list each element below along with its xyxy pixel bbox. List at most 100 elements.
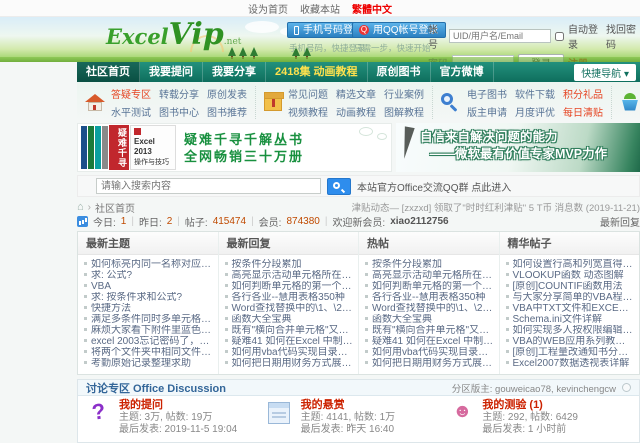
topic-link[interactable]: Word查找替换中的\1、\2等如何理... <box>225 303 354 314</box>
quicklink[interactable]: 电子图书 <box>467 86 507 101</box>
site-logo[interactable]: ExcelVip.net <box>106 20 241 50</box>
topic-link[interactable]: [原创]工程量改通知书分析系统 <box>506 347 635 358</box>
nav-item-books[interactable]: 原创图书 <box>368 62 431 82</box>
forum-my-questions[interactable]: ? 我的提问 主题: 3万, 帖数: 19万 最后发表: 2019-11-5 1… <box>86 398 268 436</box>
breadcrumb-home-link[interactable]: 社区首页 <box>95 200 135 215</box>
topic-link[interactable]: 麻烦大家看下附件里蓝色区域公式怎... <box>84 325 213 336</box>
banner-row: 疑难千寻 Excel 2013 操作与技巧 疑难千寻千解丛书 全网畅销三十万册 … <box>77 123 640 172</box>
topic-link[interactable]: 求: 公式? <box>84 270 213 281</box>
topic-link[interactable]: VLOOKUP函数 动态图解 <box>506 270 635 281</box>
topic-link[interactable]: 既有"横向合并单元格"又有"纵... <box>225 325 354 336</box>
topic-link[interactable]: 如何标亮内同一名称对应的行、列... <box>84 259 213 270</box>
quicklink[interactable]: 水平测试 <box>111 104 151 119</box>
quicklink[interactable]: 常见问题 <box>288 86 328 101</box>
quicklink[interactable]: 动画教程 <box>336 104 376 119</box>
qq-login-caption: 只需一步，快速开始 <box>354 43 431 53</box>
topic-link[interactable]: Schema.ini文件详解 <box>506 314 635 325</box>
nav-item-ask[interactable]: 我要提问 <box>140 62 203 82</box>
topic-link[interactable]: 函数大全宝典 <box>365 314 494 325</box>
topic-link[interactable]: 如何判断单元格的第一个字符是半... <box>225 281 354 292</box>
password-input[interactable] <box>452 55 514 62</box>
qq-group-link[interactable]: 本站官方Office交流QQ群 点此进入 <box>357 179 511 194</box>
quicklink[interactable]: 版主申请 <box>467 104 507 119</box>
moderator-links[interactable]: gouweicao78, kevinchengcw <box>495 384 616 395</box>
search-input[interactable] <box>96 178 321 194</box>
latest-reply-link[interactable]: 最新回复 <box>600 214 640 229</box>
mvp-ad-banner[interactable]: 自信来自解决问题的能力 ——微软最有价值专家MVP力作 <box>396 123 640 172</box>
topic-link[interactable]: 如何实现多人按权限编辑同一工作... <box>506 325 635 336</box>
topic-link[interactable]: 高亮显示活动单元格所在行列位置 <box>365 270 494 281</box>
forum-name[interactable]: 我的提问 <box>119 399 237 412</box>
topic-link[interactable]: 如何把日期用财务方式展示单份事... <box>225 358 354 369</box>
book-ad-banner[interactable]: 疑难千寻 Excel 2013 操作与技巧 疑难千寻千解丛书 全网畅销三十万册 <box>77 123 392 172</box>
topic-link[interactable]: Word查找替换中的\1、\2等如何理... <box>365 303 494 314</box>
forgot-password-link[interactable]: 找回密码 <box>606 21 640 51</box>
book-spine <box>102 126 108 169</box>
question-icon: ? <box>90 398 108 425</box>
quicklink[interactable]: 图书中心 <box>159 104 199 119</box>
topic-link[interactable]: VBA中TXT文件和EXCEL进行数据交... <box>506 303 635 314</box>
topic-link[interactable]: 考勤原始记录整理求助 <box>84 358 213 369</box>
favorite-link[interactable]: 收藏本站 <box>300 1 340 16</box>
traditional-chinese-link[interactable]: 繁體中文 <box>352 1 392 16</box>
quicklink[interactable]: 图解教程 <box>384 104 424 119</box>
auto-login-checkbox[interactable] <box>555 31 564 41</box>
topic-link[interactable]: 满足多条件同时多单元格文本合并 <box>84 314 213 325</box>
quicklink[interactable]: 答疑专区 <box>111 86 151 101</box>
forum-my-tests[interactable]: ☻ 我的测验 (1) 主题: 292, 帖数: 6429 最后发表: 1 小时前 <box>449 399 631 436</box>
topic-link[interactable]: VBA的WEB应用系列教程——HTTP通... <box>506 336 635 347</box>
set-home-link[interactable]: 设为首页 <box>248 1 288 16</box>
topic-link[interactable]: 疑难41 如何在Excel 中制作打钩... <box>365 336 494 347</box>
login-button[interactable]: 登录 <box>518 54 564 62</box>
topic-link[interactable]: excel 2003忘记密码了，怎么办? <box>84 336 213 347</box>
topic-link[interactable]: 疑难41 如何在Excel 中制作打钩... <box>225 336 354 347</box>
topic-link[interactable]: [原创]COUNTIF函数用法 <box>506 281 635 292</box>
book-ad-text: 疑难千寻千解丛书 全网畅销三十万册 <box>184 131 305 164</box>
quicklink[interactable]: 精选文章 <box>336 86 376 101</box>
quicklink[interactable]: 行业案例 <box>384 86 424 101</box>
quick-nav-button[interactable]: 快捷导航 ▾ <box>574 63 636 81</box>
nav-item-weibo[interactable]: 官方微博 <box>431 62 494 82</box>
quicklink[interactable]: 视频教程 <box>288 104 328 119</box>
quicklink[interactable]: 图书推荐 <box>207 104 247 119</box>
quicklink[interactable]: 转载分享 <box>159 86 199 101</box>
topic-link[interactable]: 求: 按条件求和公式? <box>84 292 213 303</box>
register-link[interactable]: 注册 <box>568 55 588 63</box>
topic-link[interactable]: 快捷方法 <box>84 303 213 314</box>
topic-link[interactable]: 如何把日期用财务方式展示单份事... <box>365 358 494 369</box>
quicklink[interactable]: 每日清贴 <box>563 104 603 119</box>
topic-link[interactable]: 函数大全宝典 <box>225 314 354 325</box>
topic-link[interactable]: 如何判断单元格的第一个字符是半... <box>365 281 494 292</box>
nav-item-animations[interactable]: 2418集 动画教程 <box>266 62 368 82</box>
topic-link[interactable]: Excel2007数据透视表详解 <box>506 358 635 369</box>
account-input[interactable] <box>449 29 551 43</box>
topic-link[interactable]: 各行各业--慧用表格350种 <box>365 292 494 303</box>
topic-link[interactable]: 既有"横向合并单元格"又有"纵... <box>365 325 494 336</box>
allowance-notice[interactable]: 津贴动态— [zxzxd] 领取了"时时红利津贴" 5 T币 消息数 (2019… <box>352 200 640 214</box>
quicklink[interactable]: 月度评优 <box>515 104 555 119</box>
newest-member-link[interactable]: xiao2112756 <box>390 216 448 227</box>
forum-my-bounties[interactable]: 我的悬赏 主题: 4141, 帖数: 1万 最后发表: 昨天 16:40 <box>267 399 450 436</box>
nav-item-home[interactable]: 社区首页 <box>77 62 140 82</box>
topic-link[interactable]: 高亮显示活动单元格所在行列位置 <box>225 270 354 281</box>
quicklink[interactable]: 软件下载 <box>515 86 555 101</box>
topic-link[interactable]: 与大家分享简单的VBA程序解释器 <box>506 292 635 303</box>
forum-stats-line: 主题: 292, 帖数: 6429 <box>482 412 578 423</box>
quicklink[interactable]: 原创发表 <box>207 86 247 101</box>
topic-link[interactable]: 将两个文件夹中相同文件名文件以... <box>84 347 213 358</box>
topic-link[interactable]: 按条件分段累加 <box>225 259 354 270</box>
search-button[interactable] <box>327 177 351 195</box>
topic-link[interactable]: 如何用vba代码实现目录中的超链... <box>225 347 354 358</box>
home-icon[interactable]: ⌂ <box>77 202 84 213</box>
topic-link[interactable]: VBA <box>84 281 213 292</box>
topic-link[interactable]: 各行各业--慧用表格350种 <box>225 292 354 303</box>
topic-link[interactable]: 如何设置行高和列宽直得到行高和... <box>506 259 635 270</box>
collapse-icon[interactable] <box>622 383 631 392</box>
nav-item-share[interactable]: 我要分享 <box>203 62 266 82</box>
quicklink[interactable]: 积分礼品 <box>563 86 603 101</box>
forum-name[interactable]: 我的测验 (1) <box>482 399 578 412</box>
section-title-link[interactable]: 讨论专区 Office Discussion <box>86 380 226 396</box>
forum-name[interactable]: 我的悬赏 <box>301 399 395 412</box>
topic-link[interactable]: 按条件分段累加 <box>365 259 494 270</box>
topic-link[interactable]: 如何用vba代码实现目录中的超链... <box>365 347 494 358</box>
